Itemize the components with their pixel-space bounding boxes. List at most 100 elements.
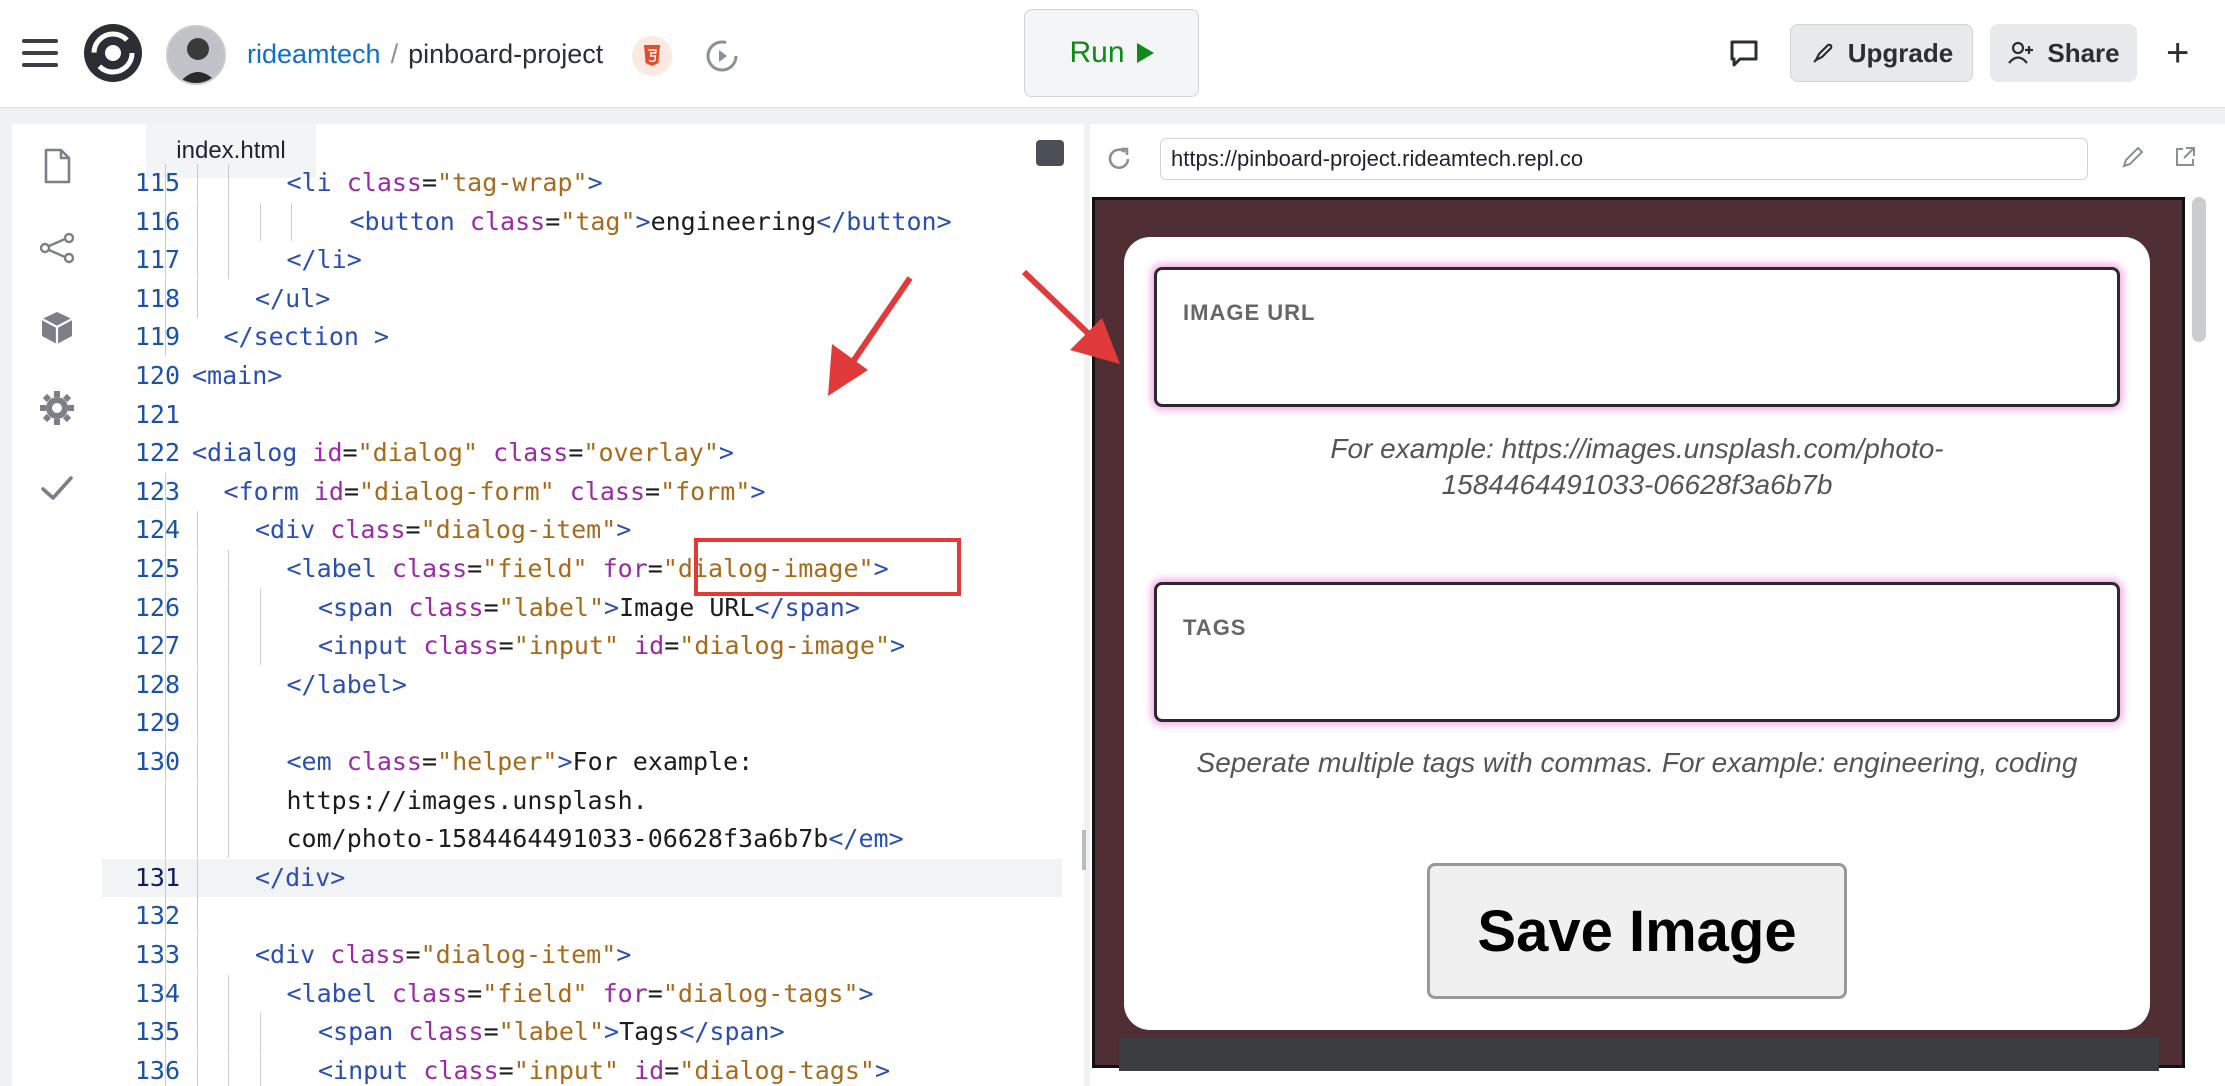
code-text: <label class="field" for="dialog-tags">	[286, 978, 874, 1008]
history-icon[interactable]	[700, 34, 744, 78]
indent-guide	[259, 588, 261, 627]
code-line[interactable]: 127 <input class="input" id="dialog-image…	[102, 627, 1062, 666]
play-icon	[1136, 43, 1154, 63]
indent-guide	[228, 820, 229, 859]
code-text: <div class="dialog-item">	[255, 515, 632, 545]
code-line[interactable]: com/photo-1584464491033-06628f3a6b7b</em…	[102, 820, 1062, 859]
avatar[interactable]	[166, 25, 226, 85]
packages-icon[interactable]	[37, 308, 77, 348]
indent-guide	[165, 202, 166, 241]
indent-guide	[196, 588, 198, 627]
replit-logo[interactable]	[82, 22, 144, 84]
image-url-label: IMAGE URL	[1183, 300, 1316, 325]
code-text: </ul>	[255, 283, 331, 313]
save-image-button[interactable]: Save Image	[1427, 863, 1847, 999]
line-number: 121	[134, 399, 180, 429]
code-line[interactable]: 135 <span class="label">Tags</span>	[102, 1013, 1062, 1052]
code-line[interactable]: 134 <label class="field" for="dialog-tags…	[102, 974, 1062, 1013]
indent-guide	[165, 974, 166, 1013]
line-number: 131	[134, 862, 180, 892]
line-number: 135	[134, 1017, 180, 1047]
code-editor: index.html 115 <li class="tag-wrap"> 116 <b…	[102, 124, 1084, 1086]
tags-field[interactable]: TAGS	[1154, 582, 2120, 722]
open-new-tab-icon[interactable]	[2172, 144, 2198, 170]
reload-icon[interactable]	[1104, 144, 1134, 174]
indent-guide	[259, 1051, 261, 1086]
check-icon[interactable]	[37, 468, 77, 508]
line-number: 122	[134, 438, 180, 468]
indent-guide	[165, 241, 166, 280]
share-nodes-icon[interactable]	[37, 228, 77, 268]
line-number: 127	[134, 631, 180, 661]
breadcrumb-separator: /	[390, 39, 399, 69]
url-input[interactable]: https://pinboard-project.rideamtech.repl…	[1160, 138, 2088, 180]
indent-guide	[228, 241, 229, 280]
pencil-icon[interactable]	[2120, 144, 2146, 170]
code-line[interactable]: 115 <li class="tag-wrap">	[102, 164, 1062, 202]
code-line[interactable]: 129	[102, 704, 1062, 743]
code-line[interactable]: 132	[102, 897, 1062, 936]
code-line[interactable]: 120 <main>	[102, 357, 1062, 395]
code-line[interactable]: https://images.unsplash.	[102, 781, 1062, 820]
settings-icon[interactable]	[37, 388, 77, 428]
editor-resize-handle[interactable]	[1082, 830, 1086, 870]
breadcrumb: rideamtech / pinboard-project	[247, 36, 603, 72]
code-area[interactable]: 115 <li class="tag-wrap"> 116 <button class…	[102, 164, 1084, 1086]
format-icon[interactable]	[1036, 140, 1064, 166]
code-line[interactable]: 119 </section >	[102, 318, 1062, 357]
chat-icon[interactable]	[1727, 37, 1761, 69]
share-button[interactable]: Share	[1990, 24, 2137, 82]
line-number: 116	[134, 206, 180, 236]
code-line[interactable]: 133 <div class="dialog-item">	[102, 936, 1062, 974]
share-label: Share	[2047, 37, 2120, 68]
code-text: <span class="label">Tags</span>	[318, 1017, 785, 1047]
indent-guide	[196, 897, 198, 936]
add-user-icon	[2008, 41, 2034, 64]
indent-guide	[165, 820, 166, 859]
line-number: 133	[134, 940, 180, 969]
line-number: 117	[134, 245, 180, 275]
preview-scrollbar[interactable]	[2192, 197, 2206, 342]
code-line[interactable]: 136 <input class="input" id="dialog-tags"…	[102, 1051, 1062, 1086]
code-line[interactable]: 131 </div>	[102, 858, 1062, 897]
indent-guide	[228, 1013, 229, 1052]
indent-guide	[196, 743, 198, 781]
code-line[interactable]: 130 <em class="helper">For example:	[102, 743, 1062, 781]
run-button[interactable]: Run	[1024, 9, 1199, 97]
hamburger-menu-icon[interactable]	[22, 39, 58, 67]
code-line[interactable]: 116 <button class="tag">engineering</butt…	[102, 202, 1062, 241]
owner-link[interactable]: rideamtech	[247, 39, 381, 69]
indent-guide	[228, 704, 229, 743]
indent-guide	[165, 511, 166, 550]
indent-guide	[165, 897, 166, 936]
indent-guide	[228, 974, 229, 1013]
code-line[interactable]: 122 <dialog id="dialog" class="overlay">	[102, 434, 1062, 472]
code-line[interactable]: 128 </label>	[102, 665, 1062, 704]
image-url-field[interactable]: IMAGE URL	[1154, 267, 2120, 407]
code-line[interactable]: 118 </ul>	[102, 279, 1062, 318]
indent-guide	[165, 550, 166, 588]
indent-guide	[165, 318, 166, 357]
code-text: com/photo-1584464491033-06628f3a6b7b</em…	[286, 824, 904, 854]
files-icon[interactable]	[37, 146, 77, 186]
code-text: <div class="dialog-item">	[255, 940, 632, 969]
indent-guide	[196, 665, 198, 704]
upgrade-button[interactable]: Upgrade	[1790, 24, 1973, 82]
indent-guide	[165, 858, 166, 897]
indent-guide	[196, 974, 198, 1013]
html5-icon	[632, 36, 672, 76]
indent-guide	[165, 1013, 166, 1052]
indent-guide	[196, 550, 198, 588]
code-line[interactable]: 121	[102, 396, 1062, 434]
indent-guide	[165, 781, 166, 820]
code-text: <main>	[192, 361, 283, 390]
image-url-helper: For example: https://images.unsplash.com…	[1330, 433, 1944, 500]
project-name[interactable]: pinboard-project	[408, 39, 603, 69]
indent-guide	[196, 820, 198, 859]
code-line[interactable]: 123 <form id="dialog-form" class="form">	[102, 472, 1062, 511]
highlight-box	[694, 538, 961, 596]
add-icon[interactable]: +	[2166, 33, 2189, 73]
indent-guide	[196, 202, 198, 241]
indent-guide	[291, 202, 292, 241]
code-line[interactable]: 117 </li>	[102, 241, 1062, 280]
